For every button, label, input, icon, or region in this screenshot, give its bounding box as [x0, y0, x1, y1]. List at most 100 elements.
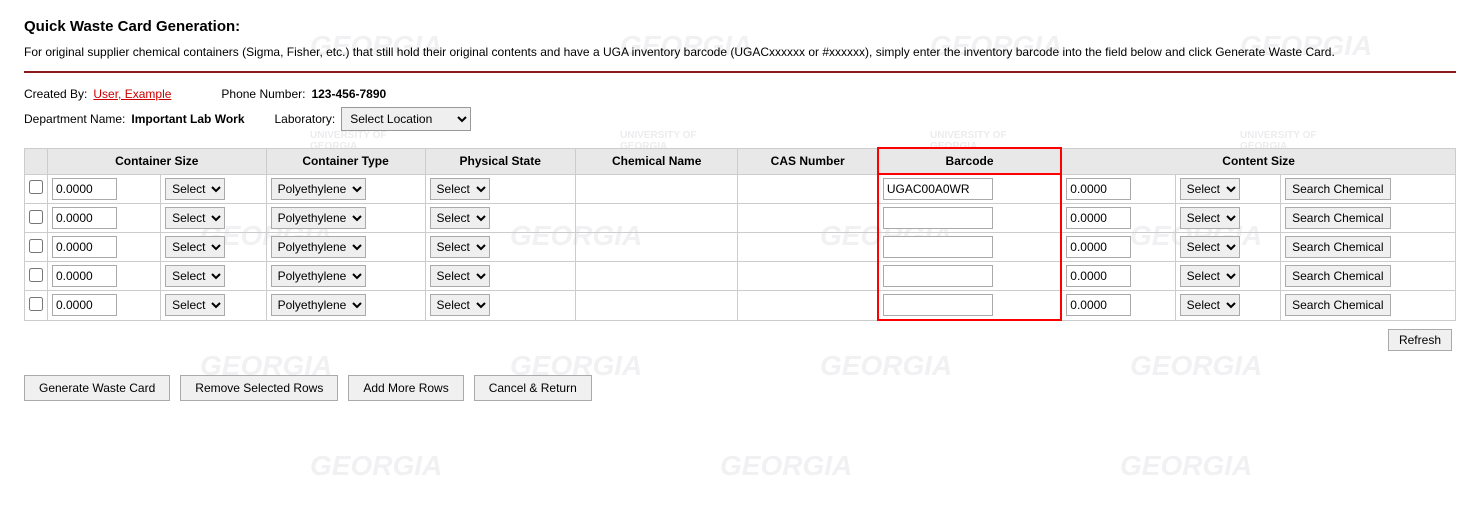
physical-state-select[interactable]: SelectSolidLiquidGas: [430, 207, 490, 229]
content-size-unit-cell: SelectmLLgkglbs: [1175, 262, 1280, 291]
barcode-input[interactable]: [883, 207, 993, 229]
search-chemical-button[interactable]: Search Chemical: [1285, 265, 1390, 287]
chemical-name-cell: [575, 233, 738, 262]
th-container-size: Container Size: [48, 148, 267, 174]
content-size-input[interactable]: [1066, 294, 1131, 316]
row-checkbox[interactable]: [29, 239, 43, 253]
watermark-georgia-14: GEORGIA: [720, 450, 852, 482]
container-size-cell: [48, 204, 161, 233]
container-type-select[interactable]: PolyethyleneGlassMetalPlastic: [271, 207, 366, 229]
content-size-cell: [1061, 262, 1175, 291]
content-size-unit-cell: SelectmLLgkglbs: [1175, 291, 1280, 321]
content-size-unit-select[interactable]: SelectmLLgkglbs: [1180, 236, 1240, 258]
content-size-unit-select[interactable]: SelectmLLgkglbs: [1180, 178, 1240, 200]
content-size-cell: [1061, 174, 1175, 204]
page-content: Quick Waste Card Generation: For origina…: [0, 0, 1480, 411]
container-size-cell: [48, 174, 161, 204]
content-size-unit-cell: SelectmLLgkglbs: [1175, 233, 1280, 262]
search-chemical-button[interactable]: Search Chemical: [1285, 207, 1390, 229]
barcode-cell: [878, 204, 1061, 233]
add-more-rows-button[interactable]: Add More Rows: [348, 375, 463, 401]
search-chemical-cell: Search Chemical: [1281, 262, 1456, 291]
container-type-select[interactable]: PolyethyleneGlassMetalPlastic: [271, 294, 366, 316]
search-chemical-button[interactable]: Search Chemical: [1285, 294, 1390, 316]
physical-state-cell: SelectSolidLiquidGas: [425, 291, 575, 321]
container-size-unit-select[interactable]: SelectmLLgkglbs: [165, 236, 225, 258]
created-by-link[interactable]: User, Example: [93, 87, 171, 101]
container-size-input[interactable]: [52, 178, 117, 200]
row-checkbox[interactable]: [29, 297, 43, 311]
row-checkbox[interactable]: [29, 180, 43, 194]
container-size-input[interactable]: [52, 236, 117, 258]
watermark-georgia-13: GEORGIA: [310, 450, 442, 482]
barcode-input[interactable]: [883, 178, 993, 200]
content-size-input[interactable]: [1066, 207, 1131, 229]
container-size-input[interactable]: [52, 265, 117, 287]
container-size-unit-select[interactable]: SelectmLLgkglbs: [165, 178, 225, 200]
th-content-size: Content Size: [1061, 148, 1455, 174]
container-size-cell: [48, 262, 161, 291]
row-checkbox[interactable]: [29, 210, 43, 224]
watermark-georgia-15: GEORGIA: [1120, 450, 1252, 482]
container-size-unit-select[interactable]: SelectmLLgkglbs: [165, 294, 225, 316]
barcode-input[interactable]: [883, 236, 993, 258]
remove-selected-rows-button[interactable]: Remove Selected Rows: [180, 375, 338, 401]
container-size-input[interactable]: [52, 207, 117, 229]
container-type-select[interactable]: PolyethyleneGlassMetalPlastic: [271, 178, 366, 200]
barcode-input[interactable]: [883, 265, 993, 287]
barcode-cell: [878, 174, 1061, 204]
physical-state-select[interactable]: SelectSolidLiquidGas: [430, 236, 490, 258]
container-size-unit-select[interactable]: SelectmLLgkglbs: [165, 265, 225, 287]
container-type-select[interactable]: PolyethyleneGlassMetalPlastic: [271, 265, 366, 287]
divider: [24, 71, 1456, 73]
phone-item: Phone Number: 123-456-7890: [221, 87, 386, 101]
table-row: SelectmLLgkglbs PolyethyleneGlassMetalPla…: [25, 233, 1456, 262]
location-select[interactable]: Select Location Lab A Lab B Lab C: [341, 107, 471, 131]
physical-state-select[interactable]: SelectSolidLiquidGas: [430, 294, 490, 316]
search-chemical-cell: Search Chemical: [1281, 174, 1456, 204]
search-chemical-button[interactable]: Search Chemical: [1285, 236, 1390, 258]
page-description: For original supplier chemical container…: [24, 43, 1456, 61]
content-size-cell: [1061, 204, 1175, 233]
search-chemical-cell: Search Chemical: [1281, 291, 1456, 321]
page-title: Quick Waste Card Generation:: [24, 18, 1456, 35]
container-size-input[interactable]: [52, 294, 117, 316]
search-chemical-cell: Search Chemical: [1281, 204, 1456, 233]
main-table: Container Size Container Type Physical S…: [24, 147, 1456, 321]
row-checkbox-cell: [25, 291, 48, 321]
th-physical-state: Physical State: [425, 148, 575, 174]
content-size-input[interactable]: [1066, 265, 1131, 287]
physical-state-cell: SelectSolidLiquidGas: [425, 233, 575, 262]
row-checkbox-cell: [25, 233, 48, 262]
content-size-cell: [1061, 291, 1175, 321]
barcode-input[interactable]: [883, 294, 993, 316]
content-size-input[interactable]: [1066, 236, 1131, 258]
generate-waste-card-button[interactable]: Generate Waste Card: [24, 375, 170, 401]
meta-row-1: Created By: User, Example Phone Number: …: [24, 87, 1456, 101]
physical-state-select[interactable]: SelectSolidLiquidGas: [430, 178, 490, 200]
content-size-unit-select[interactable]: SelectmLLgkglbs: [1180, 265, 1240, 287]
dept-value: Important Lab Work: [131, 112, 244, 126]
container-size-unit-cell: SelectmLLgkglbs: [161, 174, 266, 204]
physical-state-select[interactable]: SelectSolidLiquidGas: [430, 265, 490, 287]
content-size-unit-select[interactable]: SelectmLLgkglbs: [1180, 294, 1240, 316]
table-row: SelectmLLgkglbs PolyethyleneGlassMetalPla…: [25, 174, 1456, 204]
refresh-button[interactable]: Refresh: [1388, 329, 1452, 351]
cas-number-cell: [738, 262, 878, 291]
container-type-cell: PolyethyleneGlassMetalPlastic: [266, 291, 425, 321]
content-size-cell: [1061, 233, 1175, 262]
container-size-unit-select[interactable]: SelectmLLgkglbs: [165, 207, 225, 229]
cancel-return-button[interactable]: Cancel & Return: [474, 375, 592, 401]
cas-number-cell: [738, 204, 878, 233]
row-checkbox[interactable]: [29, 268, 43, 282]
meta-row-2: Department Name: Important Lab Work Labo…: [24, 107, 1456, 131]
content-size-input[interactable]: [1066, 178, 1131, 200]
th-barcode: Barcode: [878, 148, 1061, 174]
th-checkbox: [25, 148, 48, 174]
chemical-name-cell: [575, 262, 738, 291]
search-chemical-button[interactable]: Search Chemical: [1285, 178, 1390, 200]
container-size-unit-cell: SelectmLLgkglbs: [161, 233, 266, 262]
container-size-unit-cell: SelectmLLgkglbs: [161, 204, 266, 233]
container-type-select[interactable]: PolyethyleneGlassMetalPlastic: [271, 236, 366, 258]
content-size-unit-select[interactable]: SelectmLLgkglbs: [1180, 207, 1240, 229]
